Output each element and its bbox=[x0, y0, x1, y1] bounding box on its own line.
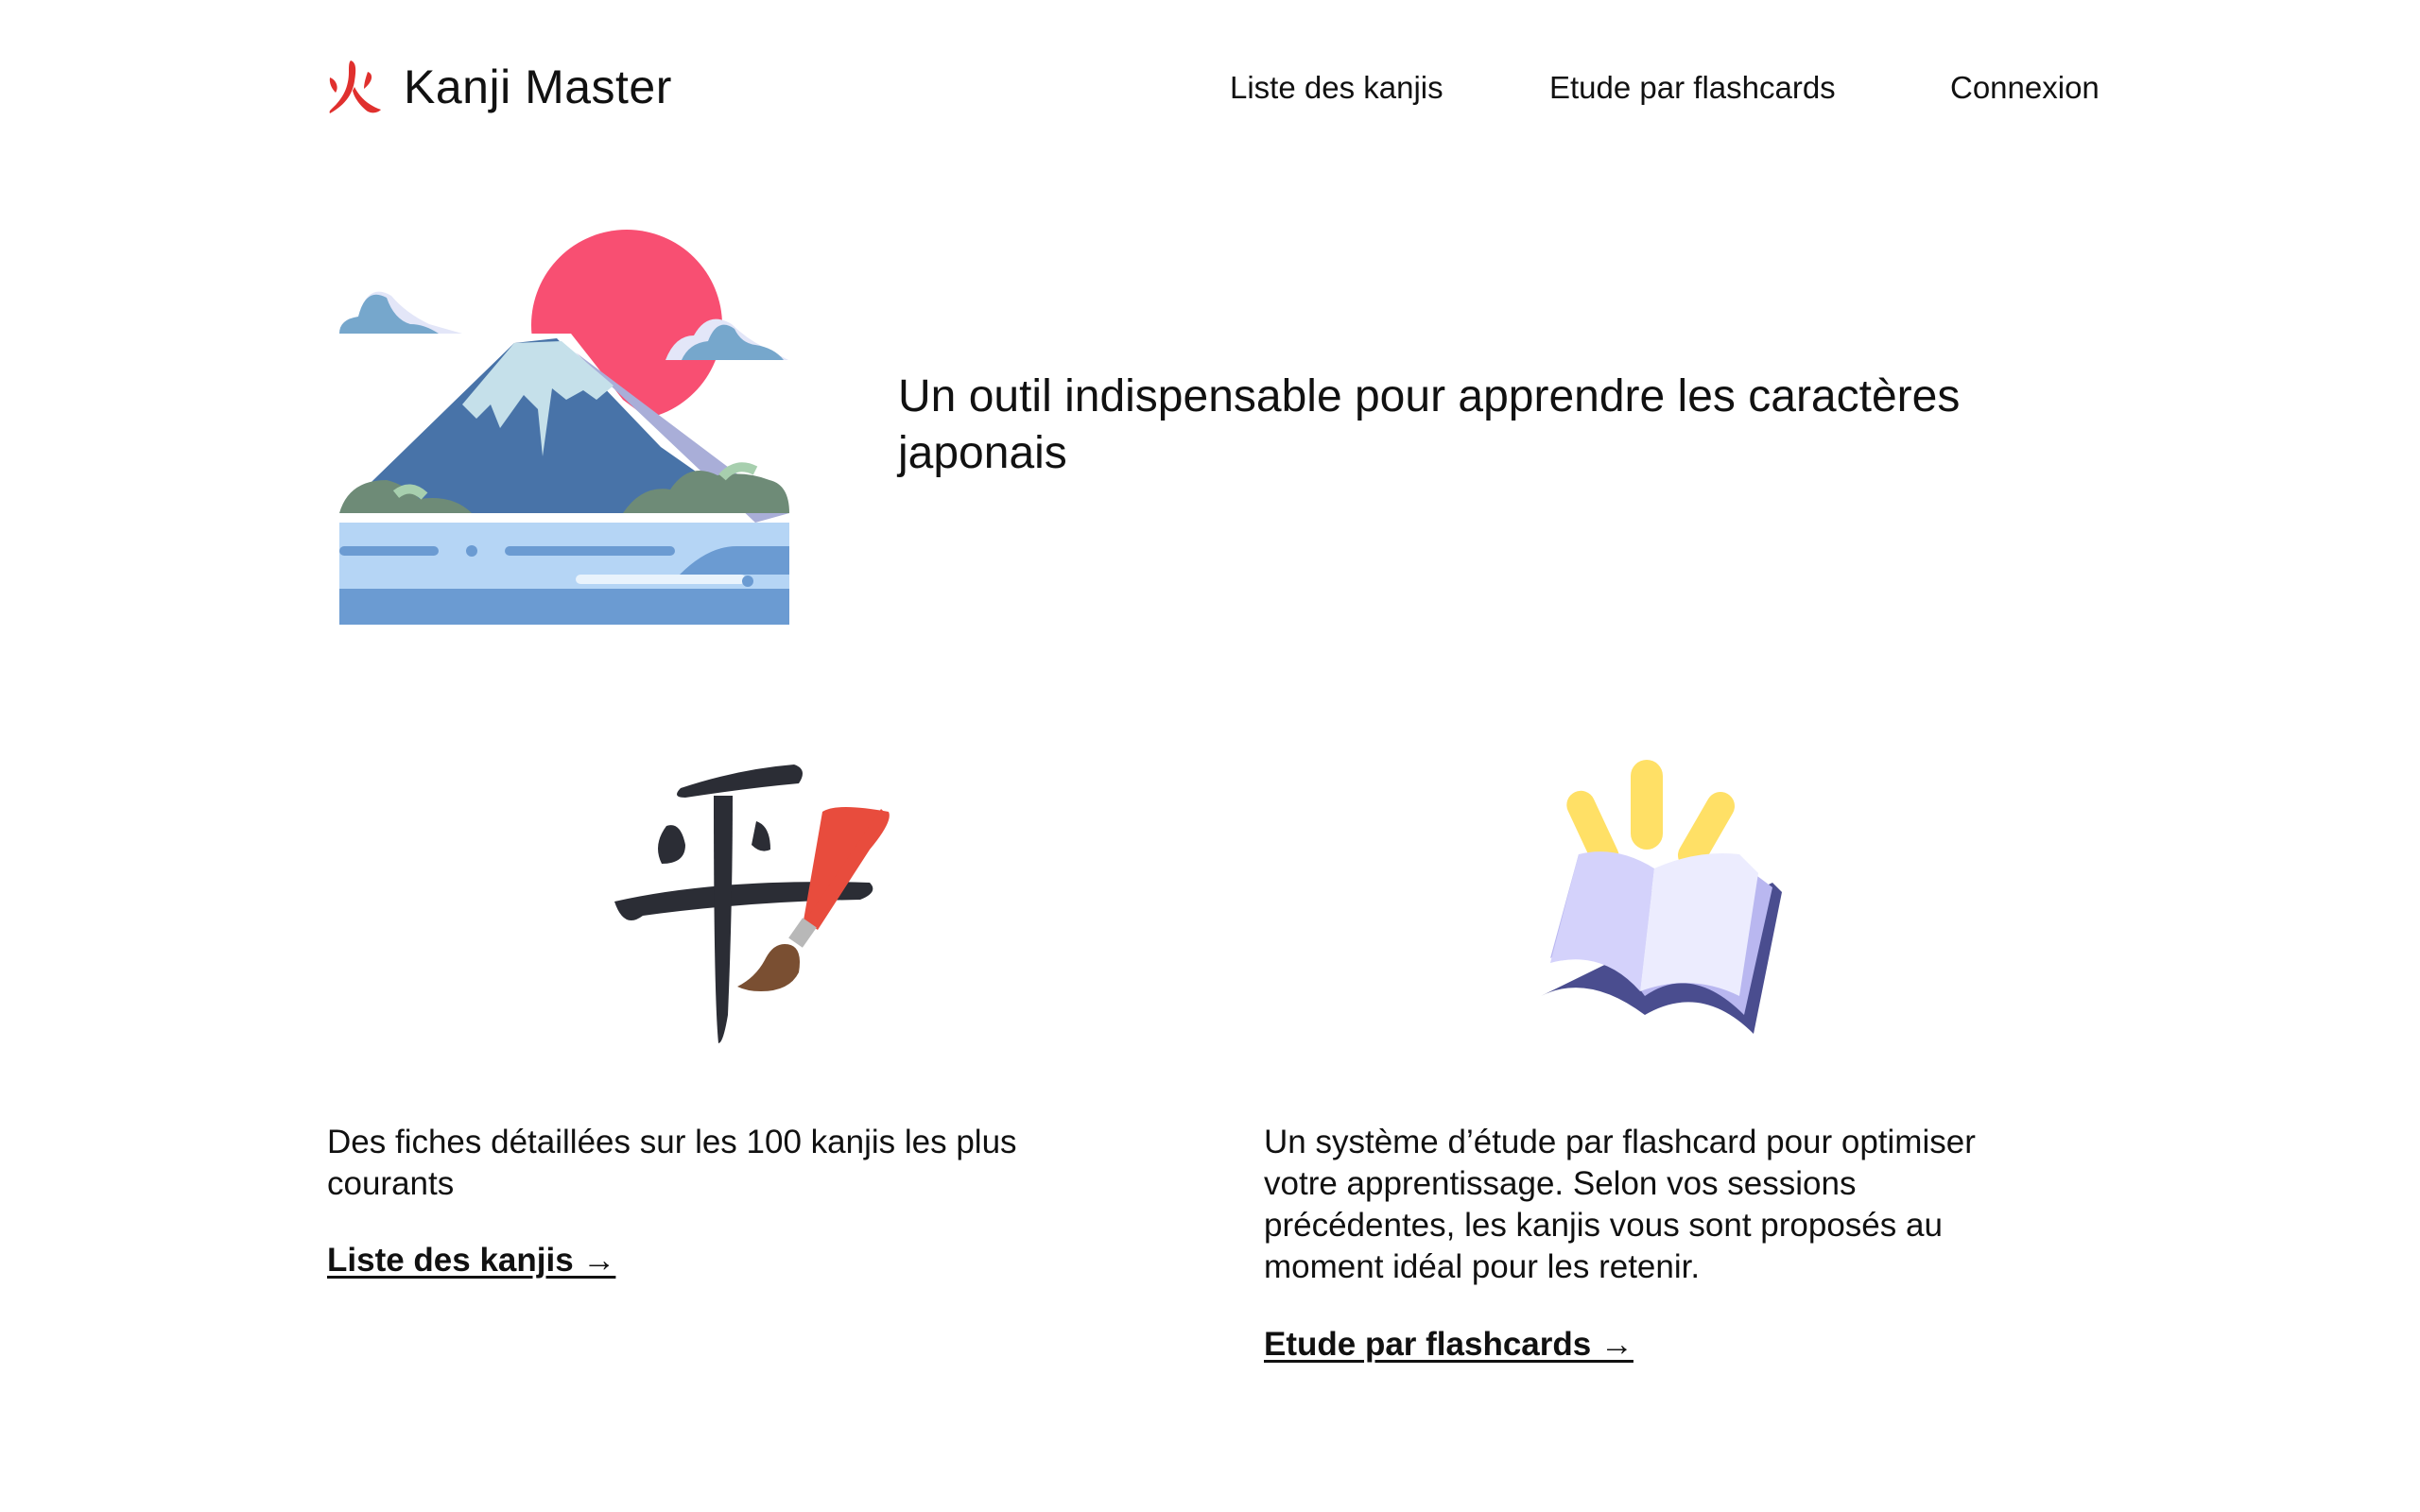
hero-title: Un outil indispensable pour apprendre le… bbox=[898, 371, 1961, 478]
feature-kanji-list-text: Des fiches détaillées sur les 100 kanjis… bbox=[327, 1124, 1017, 1202]
open-book-illustration bbox=[1541, 760, 1782, 1034]
feature-flashcards-link[interactable]: Etude par flashcards → bbox=[1264, 1326, 1634, 1364]
feature-flashcards-text: Un système d’étude par flashcard pour op… bbox=[1264, 1124, 1976, 1285]
mount-fuji-illustration bbox=[339, 230, 789, 625]
feature-kanji-list-link[interactable]: Liste des kanjis → bbox=[327, 1242, 615, 1280]
kanji-brush-illustration bbox=[614, 765, 890, 1043]
nav-etude-par-flashcards[interactable]: Etude par flashcards bbox=[1549, 70, 1836, 106]
fire-kanji-logo-icon bbox=[329, 60, 381, 113]
logo-text: Kanji Master bbox=[404, 60, 672, 113]
logo-home-link[interactable]: Kanji Master bbox=[326, 59, 672, 115]
nav-liste-des-kanjis[interactable]: Liste des kanjis bbox=[1230, 70, 1443, 106]
nav-connexion[interactable]: Connexion bbox=[1950, 70, 2100, 106]
